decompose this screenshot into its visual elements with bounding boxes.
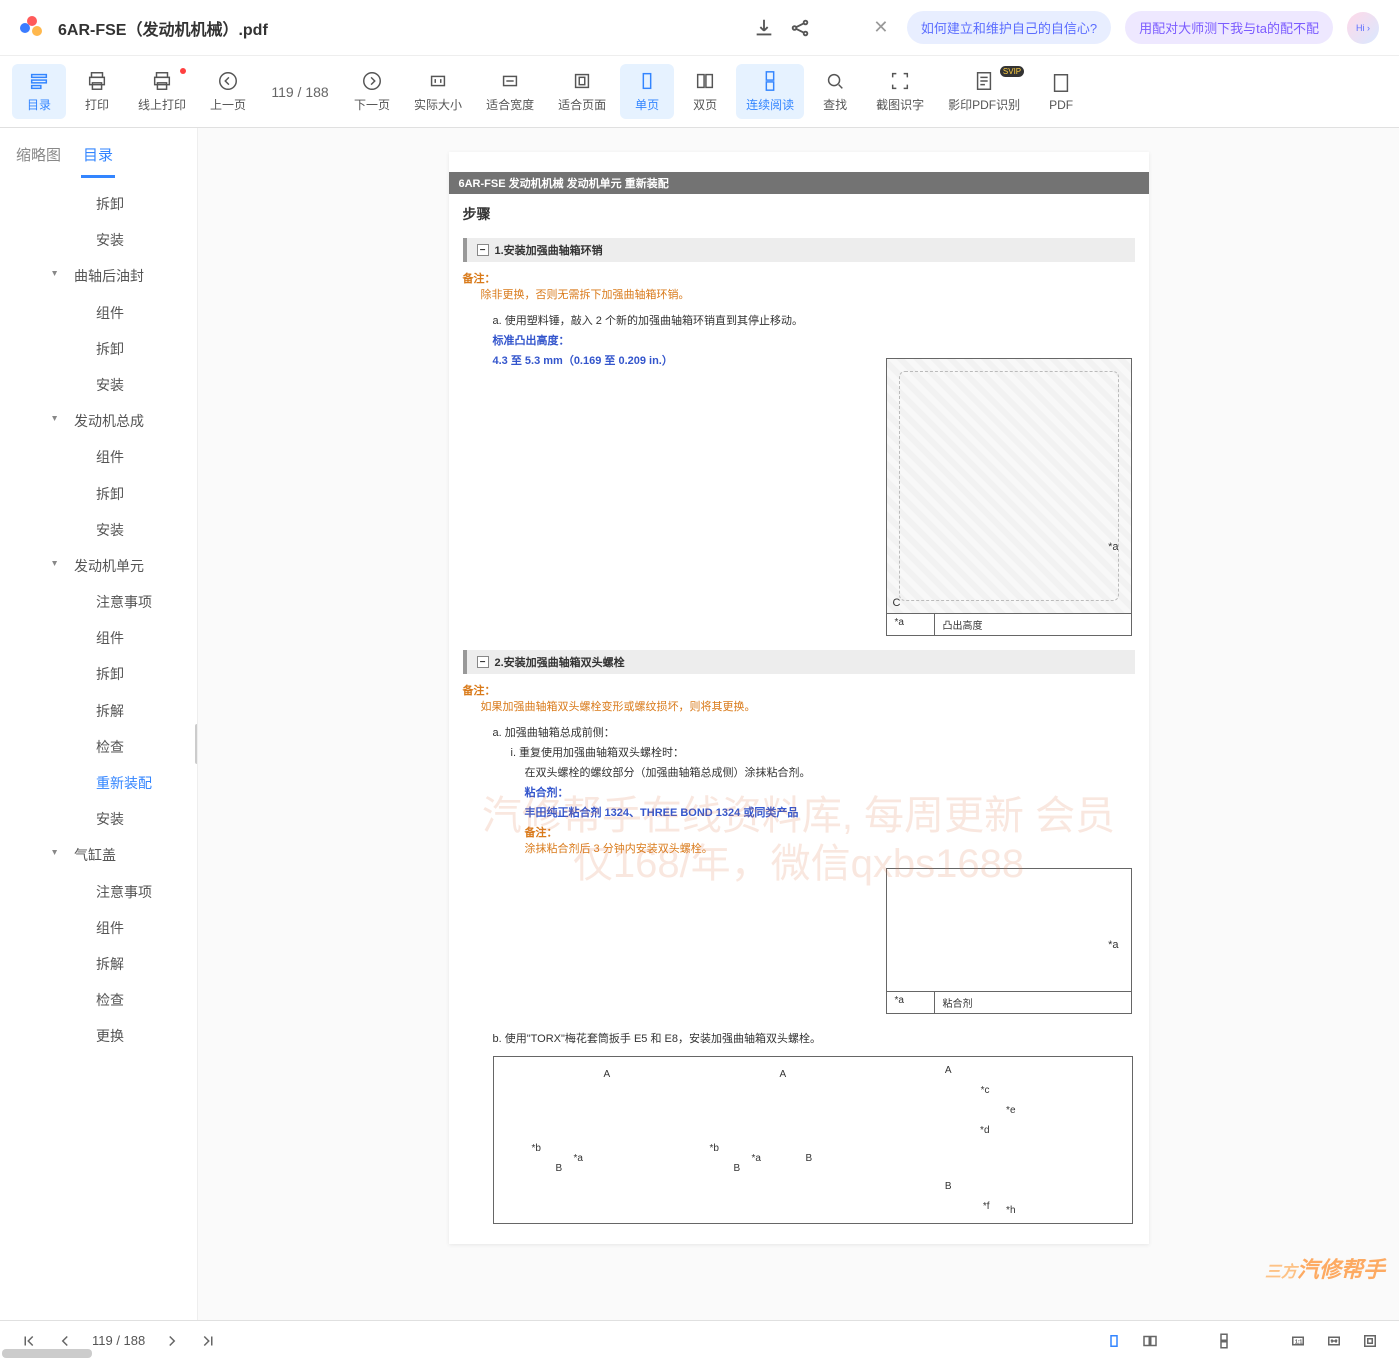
spec-label: 标准凸出高度： <box>463 332 1135 348</box>
cont-button[interactable]: 连续阅读 <box>736 64 804 119</box>
close-chips-icon[interactable]: ✕ <box>869 16 893 40</box>
note3-label: 备注： <box>463 824 1135 840</box>
zoom-fitp-icon[interactable] <box>1361 1332 1379 1350</box>
pdf-page: 6AR-FSE 发动机机械 发动机单元 重新装配 步骤 −1.安装加强曲轴箱环销… <box>449 152 1149 1244</box>
content-area[interactable]: 6AR-FSE 发动机机械 发动机单元 重新装配 步骤 −1.安装加强曲轴箱环销… <box>198 128 1399 1320</box>
ocr-crop-button[interactable]: 截图识字 <box>866 64 934 119</box>
toc-button[interactable]: 目录 <box>12 64 66 119</box>
double-button[interactable]: 双页 <box>678 64 732 119</box>
bond-value: 丰田纯正粘合剂 1324、THREE BOND 1324 或同类产品 <box>463 804 1135 820</box>
find-button[interactable]: 查找 <box>808 64 862 119</box>
step-1a: a. 使用塑料锤，敲入 2 个新的加强曲轴箱环销直到其停止移动。 <box>463 312 1135 328</box>
online-print-button[interactable]: 线上打印 <box>128 64 196 119</box>
share-icon[interactable] <box>789 17 811 39</box>
tree-item[interactable]: 拆解 <box>0 693 197 729</box>
figure-2-caption: *a粘合剂 <box>886 992 1132 1014</box>
page-indicator: 119 / 188 <box>260 84 340 100</box>
tree-item[interactable]: 安装 <box>0 512 197 548</box>
step-1-header: −1.安装加强曲轴箱环销 <box>463 238 1135 262</box>
figure-3: *b B *a A *b B *a A B A *c *d *e B <box>493 1056 1133 1224</box>
fitp-button[interactable]: 适合页面 <box>548 64 616 119</box>
last-page-icon[interactable] <box>199 1332 217 1350</box>
note2-label: 备注： <box>463 682 1135 698</box>
suggestion-chip-1[interactable]: 如何建立和维护自己的自信心? <box>907 11 1111 44</box>
single-button[interactable]: 单页 <box>620 64 674 119</box>
sidebar: 缩略图 目录 拆卸安装曲轴后油封组件拆卸安装发动机总成组件拆卸安装发动机单元注意… <box>0 128 198 1320</box>
app-logo <box>20 16 44 40</box>
tree-item[interactable]: 重新装配 <box>0 765 197 801</box>
step-2-header: −2.安装加强曲轴箱双头螺栓 <box>463 650 1135 674</box>
tree-item[interactable]: 拆卸 <box>0 331 197 367</box>
step-2a: a. 加强曲轴箱总成前侧： <box>463 724 1135 740</box>
tree-item[interactable]: 拆卸 <box>0 186 197 222</box>
bond-label: 粘合剂： <box>463 784 1135 800</box>
tree-item[interactable]: 安装 <box>0 222 197 258</box>
tree-item[interactable]: 更换 <box>0 1018 197 1054</box>
sidebar-tabs: 缩略图 目录 <box>0 128 197 178</box>
step-2a-i2: 在双头螺栓的螺纹部分（加强曲轴箱总成侧）涂抹粘合剂。 <box>463 764 1135 780</box>
note-text: 除非更换，否则无需拆下加强曲轴箱环销。 <box>463 286 1135 308</box>
figure-1-caption: *a凸出高度 <box>886 614 1132 636</box>
figure-2: *a <box>886 868 1132 992</box>
tree-item[interactable]: 组件 <box>0 910 197 946</box>
figure-1: C*a <box>886 358 1132 614</box>
tree-item[interactable]: 检查 <box>0 982 197 1018</box>
bottom-page-indicator: 119 / 188 <box>92 1333 145 1348</box>
note3-text: 涂抹粘合剂后 3 分钟内安装双头螺栓。 <box>463 840 1135 862</box>
svg-text:1:1: 1:1 <box>1295 1339 1302 1345</box>
tree-item[interactable]: 注意事项 <box>0 874 197 910</box>
tree-item[interactable]: 组件 <box>0 295 197 331</box>
outline-tree: 拆卸安装曲轴后油封组件拆卸安装发动机总成组件拆卸安装发动机单元注意事项组件拆卸拆… <box>0 178 197 1063</box>
pdf-button[interactable]: PDF <box>1034 66 1088 118</box>
tree-item[interactable]: 发动机单元 <box>0 548 197 584</box>
tab-thumbnails[interactable]: 缩略图 <box>14 138 63 178</box>
first-page-icon[interactable] <box>20 1332 38 1350</box>
zoom-fitw-icon[interactable] <box>1325 1332 1343 1350</box>
zoom-actual-icon[interactable]: 1:1 <box>1289 1332 1307 1350</box>
tree-item[interactable]: 曲轴后油封 <box>0 258 197 294</box>
tree-item[interactable]: 发动机总成 <box>0 403 197 439</box>
view-continuous-icon[interactable] <box>1215 1332 1233 1350</box>
note2-text: 如果加强曲轴箱双头螺栓变形或螺纹损坏，则将其更换。 <box>463 698 1135 720</box>
tree-item[interactable]: 拆卸 <box>0 656 197 692</box>
download-icon[interactable] <box>753 17 775 39</box>
view-single-icon[interactable] <box>1105 1332 1123 1350</box>
tree-item[interactable]: 注意事项 <box>0 584 197 620</box>
tree-item[interactable]: 安装 <box>0 367 197 403</box>
actual-button[interactable]: 实际大小 <box>404 64 472 119</box>
bottom-bar: 119 / 188 1:1 <box>0 1320 1399 1360</box>
tree-item[interactable]: 安装 <box>0 801 197 837</box>
document-title: 6AR-FSE（发动机机械）.pdf <box>58 16 268 40</box>
steps-heading: 步骤 <box>463 204 1135 224</box>
title-bar: 6AR-FSE（发动机机械）.pdf ✕ 如何建立和维护自己的自信心? 用配对大… <box>0 0 1399 56</box>
horizontal-scrollbar[interactable] <box>2 1349 92 1358</box>
view-double-icon[interactable] <box>1141 1332 1159 1350</box>
tree-item[interactable]: 气缸盖 <box>0 837 197 873</box>
step-2b: b. 使用"TORX"梅花套筒扳手 E5 和 E8，安装加强曲轴箱双头螺栓。 <box>463 1030 1135 1046</box>
next-page-icon[interactable] <box>163 1332 181 1350</box>
brand-watermark: 三方汽修帮手 <box>1265 1252 1385 1284</box>
prev-page-icon[interactable] <box>56 1332 74 1350</box>
tree-item[interactable]: 检查 <box>0 729 197 765</box>
tree-item[interactable]: 组件 <box>0 439 197 475</box>
suggestion-chip-2[interactable]: 用配对大师测下我与ta的配不配 <box>1125 11 1333 44</box>
ocr-pdf-button[interactable]: 影印PDF识别SVIP <box>938 64 1030 119</box>
fitw-button[interactable]: 适合宽度 <box>476 64 544 119</box>
print-button[interactable]: 打印 <box>70 64 124 119</box>
page-header: 6AR-FSE 发动机机械 发动机单元 重新装配 <box>449 172 1149 194</box>
avatar[interactable]: Hi › <box>1347 12 1379 44</box>
tree-item[interactable]: 拆卸 <box>0 476 197 512</box>
note-label: 备注： <box>463 270 1135 286</box>
tree-item[interactable]: 拆解 <box>0 946 197 982</box>
next-button[interactable]: 下一页 <box>344 64 400 119</box>
tree-item[interactable]: 组件 <box>0 620 197 656</box>
step-2a-i: i. 重复使用加强曲轴箱双头螺栓时： <box>463 744 1135 760</box>
toolbar: 目录打印线上打印上一页119 / 188下一页实际大小适合宽度适合页面单页双页连… <box>0 56 1399 128</box>
prev-button[interactable]: 上一页 <box>200 64 256 119</box>
tab-outline[interactable]: 目录 <box>81 138 115 178</box>
